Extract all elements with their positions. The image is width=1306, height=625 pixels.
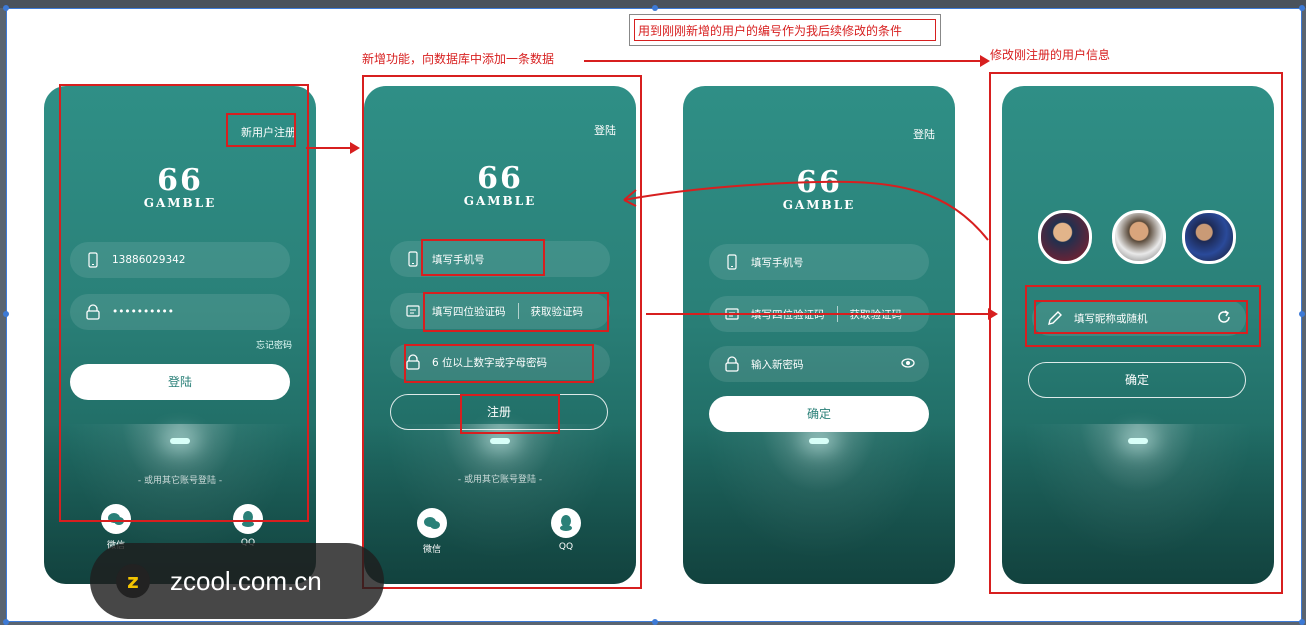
stadium-background: [683, 424, 955, 584]
resize-handle[interactable]: [1299, 619, 1305, 625]
annotation-box-register: [362, 75, 642, 589]
password-placeholder: 输入新密码: [751, 358, 804, 371]
add-note-text: 新增功能，向数据库中添加一条数据: [362, 52, 555, 66]
resize-handle[interactable]: [1299, 5, 1305, 11]
eye-icon[interactable]: [901, 357, 915, 371]
edit-note-text: 修改刚注册的用户信息: [990, 48, 1111, 62]
phone-icon: [723, 253, 741, 271]
annotation-box-nickname-inner: [1034, 300, 1248, 334]
watermark-site: zcool.com.cn: [170, 565, 322, 596]
annotation-box-phone: [421, 239, 545, 276]
arrow-to-edit: [584, 60, 982, 62]
arrow-head: [350, 142, 360, 154]
annotation-box-code: [423, 292, 609, 332]
stadium-lamp: [809, 438, 829, 444]
arrow-login-to-register: [306, 147, 354, 149]
new-password-input[interactable]: 输入新密码: [709, 346, 929, 382]
arrow-code-to-nickname: [646, 313, 990, 315]
resize-handle[interactable]: [3, 619, 9, 625]
annotation-box-login: [59, 84, 309, 522]
zcool-logo-icon: z: [116, 564, 150, 598]
annotation-box-password: [404, 344, 594, 383]
resize-handle[interactable]: [3, 311, 9, 317]
resize-handle[interactable]: [3, 5, 9, 11]
top-note-box[interactable]: 用到刚刚新增的用户的编号作为我后续修改的条件: [629, 14, 941, 46]
annotation-box-register-link: [226, 113, 296, 147]
top-note-text: 用到刚刚新增的用户的编号作为我后续修改的条件: [638, 24, 903, 38]
resize-handle[interactable]: [652, 619, 658, 625]
login-link[interactable]: 登陆: [913, 126, 935, 142]
confirm-button[interactable]: 确定: [709, 396, 929, 432]
annotation-box-register-button: [460, 394, 560, 434]
arrow-head: [980, 55, 990, 67]
lock-icon: [723, 355, 741, 373]
arrow-head: [988, 308, 998, 320]
phone-placeholder: 填写手机号: [751, 256, 804, 269]
reset-password-screen: 登陆 66 GAMBLE 填写手机号 填写四位验证码 获取验证码 输入新密码 确…: [683, 86, 955, 584]
zcool-watermark: z zcool.com.cn: [90, 543, 384, 619]
resize-handle[interactable]: [652, 5, 658, 11]
resize-handle[interactable]: [1299, 311, 1305, 317]
curved-arrow-back: [623, 180, 989, 241]
